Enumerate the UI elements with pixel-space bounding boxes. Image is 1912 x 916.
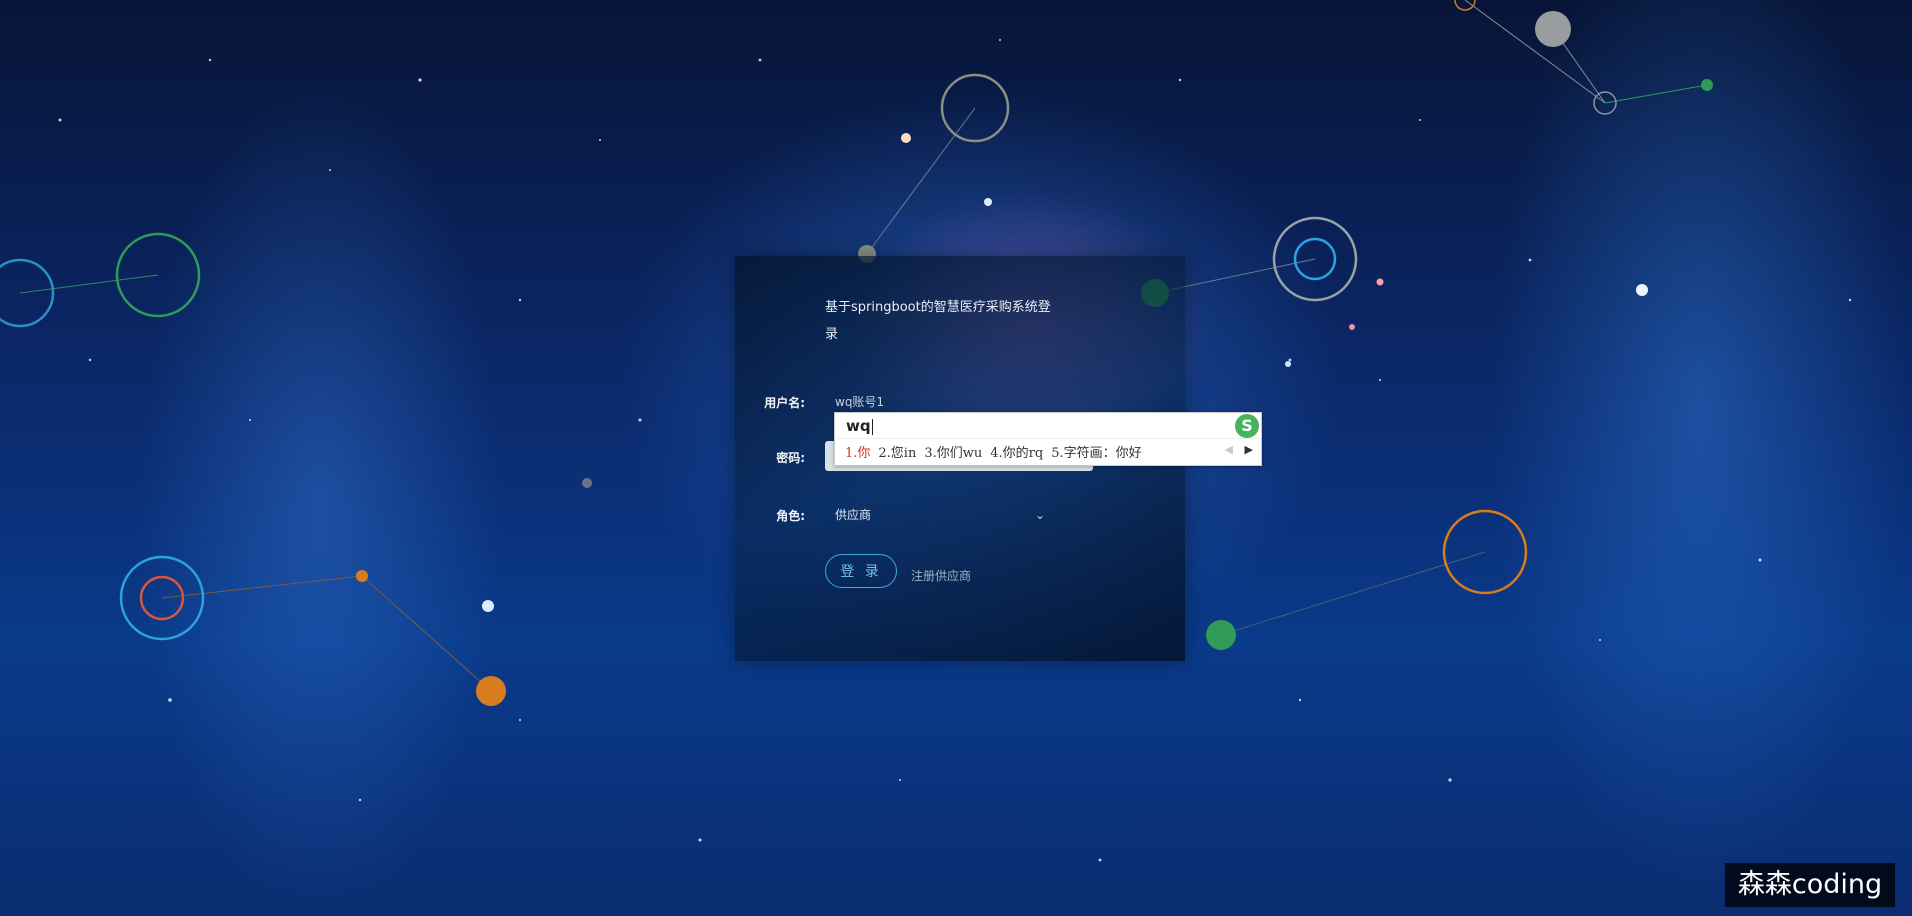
username-input[interactable] bbox=[835, 392, 1035, 410]
triangle-right-icon[interactable]: ▶ bbox=[1245, 443, 1253, 456]
username-label: 用户名: bbox=[764, 396, 805, 410]
ime-candidate-4[interactable]: 4.你的rq bbox=[990, 446, 1043, 461]
login-title: 基于springboot的智慧医疗采购系统登录 bbox=[825, 300, 1051, 342]
ime-candidate-popup: wq S 1.你 2.您in 3.你们wu 4.你的rq 5.字符画：你好 ◀ ▶ bbox=[834, 412, 1262, 466]
register-supplier-link[interactable]: 注册供应商 bbox=[911, 567, 971, 584]
ime-candidate-3[interactable]: 3.你们wu bbox=[924, 446, 982, 461]
login-button[interactable]: 登 录 bbox=[825, 554, 897, 588]
ime-candidate-list: 1.你 2.您in 3.你们wu 4.你的rq 5.字符画：你好 bbox=[845, 442, 1150, 461]
sogou-logo-icon: S bbox=[1235, 414, 1259, 438]
triangle-left-icon[interactable]: ◀ bbox=[1225, 443, 1233, 456]
ime-candidate-1[interactable]: 1.你 bbox=[845, 446, 870, 461]
role-select[interactable]: 供应商 ⌄ bbox=[835, 506, 1045, 528]
text-caret bbox=[871, 418, 873, 435]
chevron-down-icon: ⌄ bbox=[1034, 508, 1045, 522]
watermark: 森森coding bbox=[1725, 863, 1895, 907]
ime-composition: wq bbox=[846, 417, 873, 435]
ime-divider bbox=[836, 438, 1260, 439]
ime-candidate-2[interactable]: 2.您in bbox=[878, 446, 916, 461]
ime-input-code: wq bbox=[846, 417, 871, 435]
role-selected-value: 供应商 bbox=[835, 508, 872, 522]
role-label: 角色: bbox=[776, 509, 805, 523]
ime-candidate-5[interactable]: 5.字符画：你好 bbox=[1051, 446, 1141, 461]
password-label: 密码: bbox=[776, 451, 805, 465]
